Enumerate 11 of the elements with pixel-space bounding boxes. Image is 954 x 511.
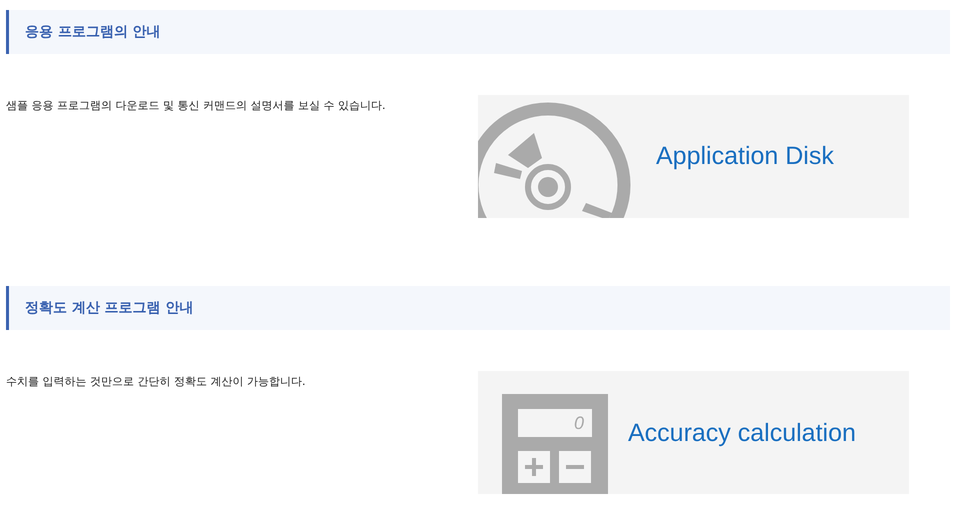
section-description: 샘플 응용 프로그램의 다운로드 및 통신 커맨드의 설명서를 보실 수 있습니다. [6, 98, 386, 114]
plus-key-icon [518, 451, 550, 483]
banner[interactable]: 0 Accuracy calculation [478, 371, 909, 494]
calculator-display: 0 [518, 409, 592, 437]
banner[interactable]: Application Disk [478, 95, 909, 218]
banner-label: Application Disk [656, 142, 834, 171]
section-description: 수치를 입력하는 것만으로 간단히 정확도 계산이 가능합니다. [6, 374, 306, 390]
section-heading: 응용 프로그램의 안내 [25, 23, 161, 41]
section-heading: 정확도 계산 프로그램 안내 [25, 299, 194, 317]
minus-key-icon [559, 451, 591, 483]
banner-label: Accuracy calculation [628, 419, 856, 448]
